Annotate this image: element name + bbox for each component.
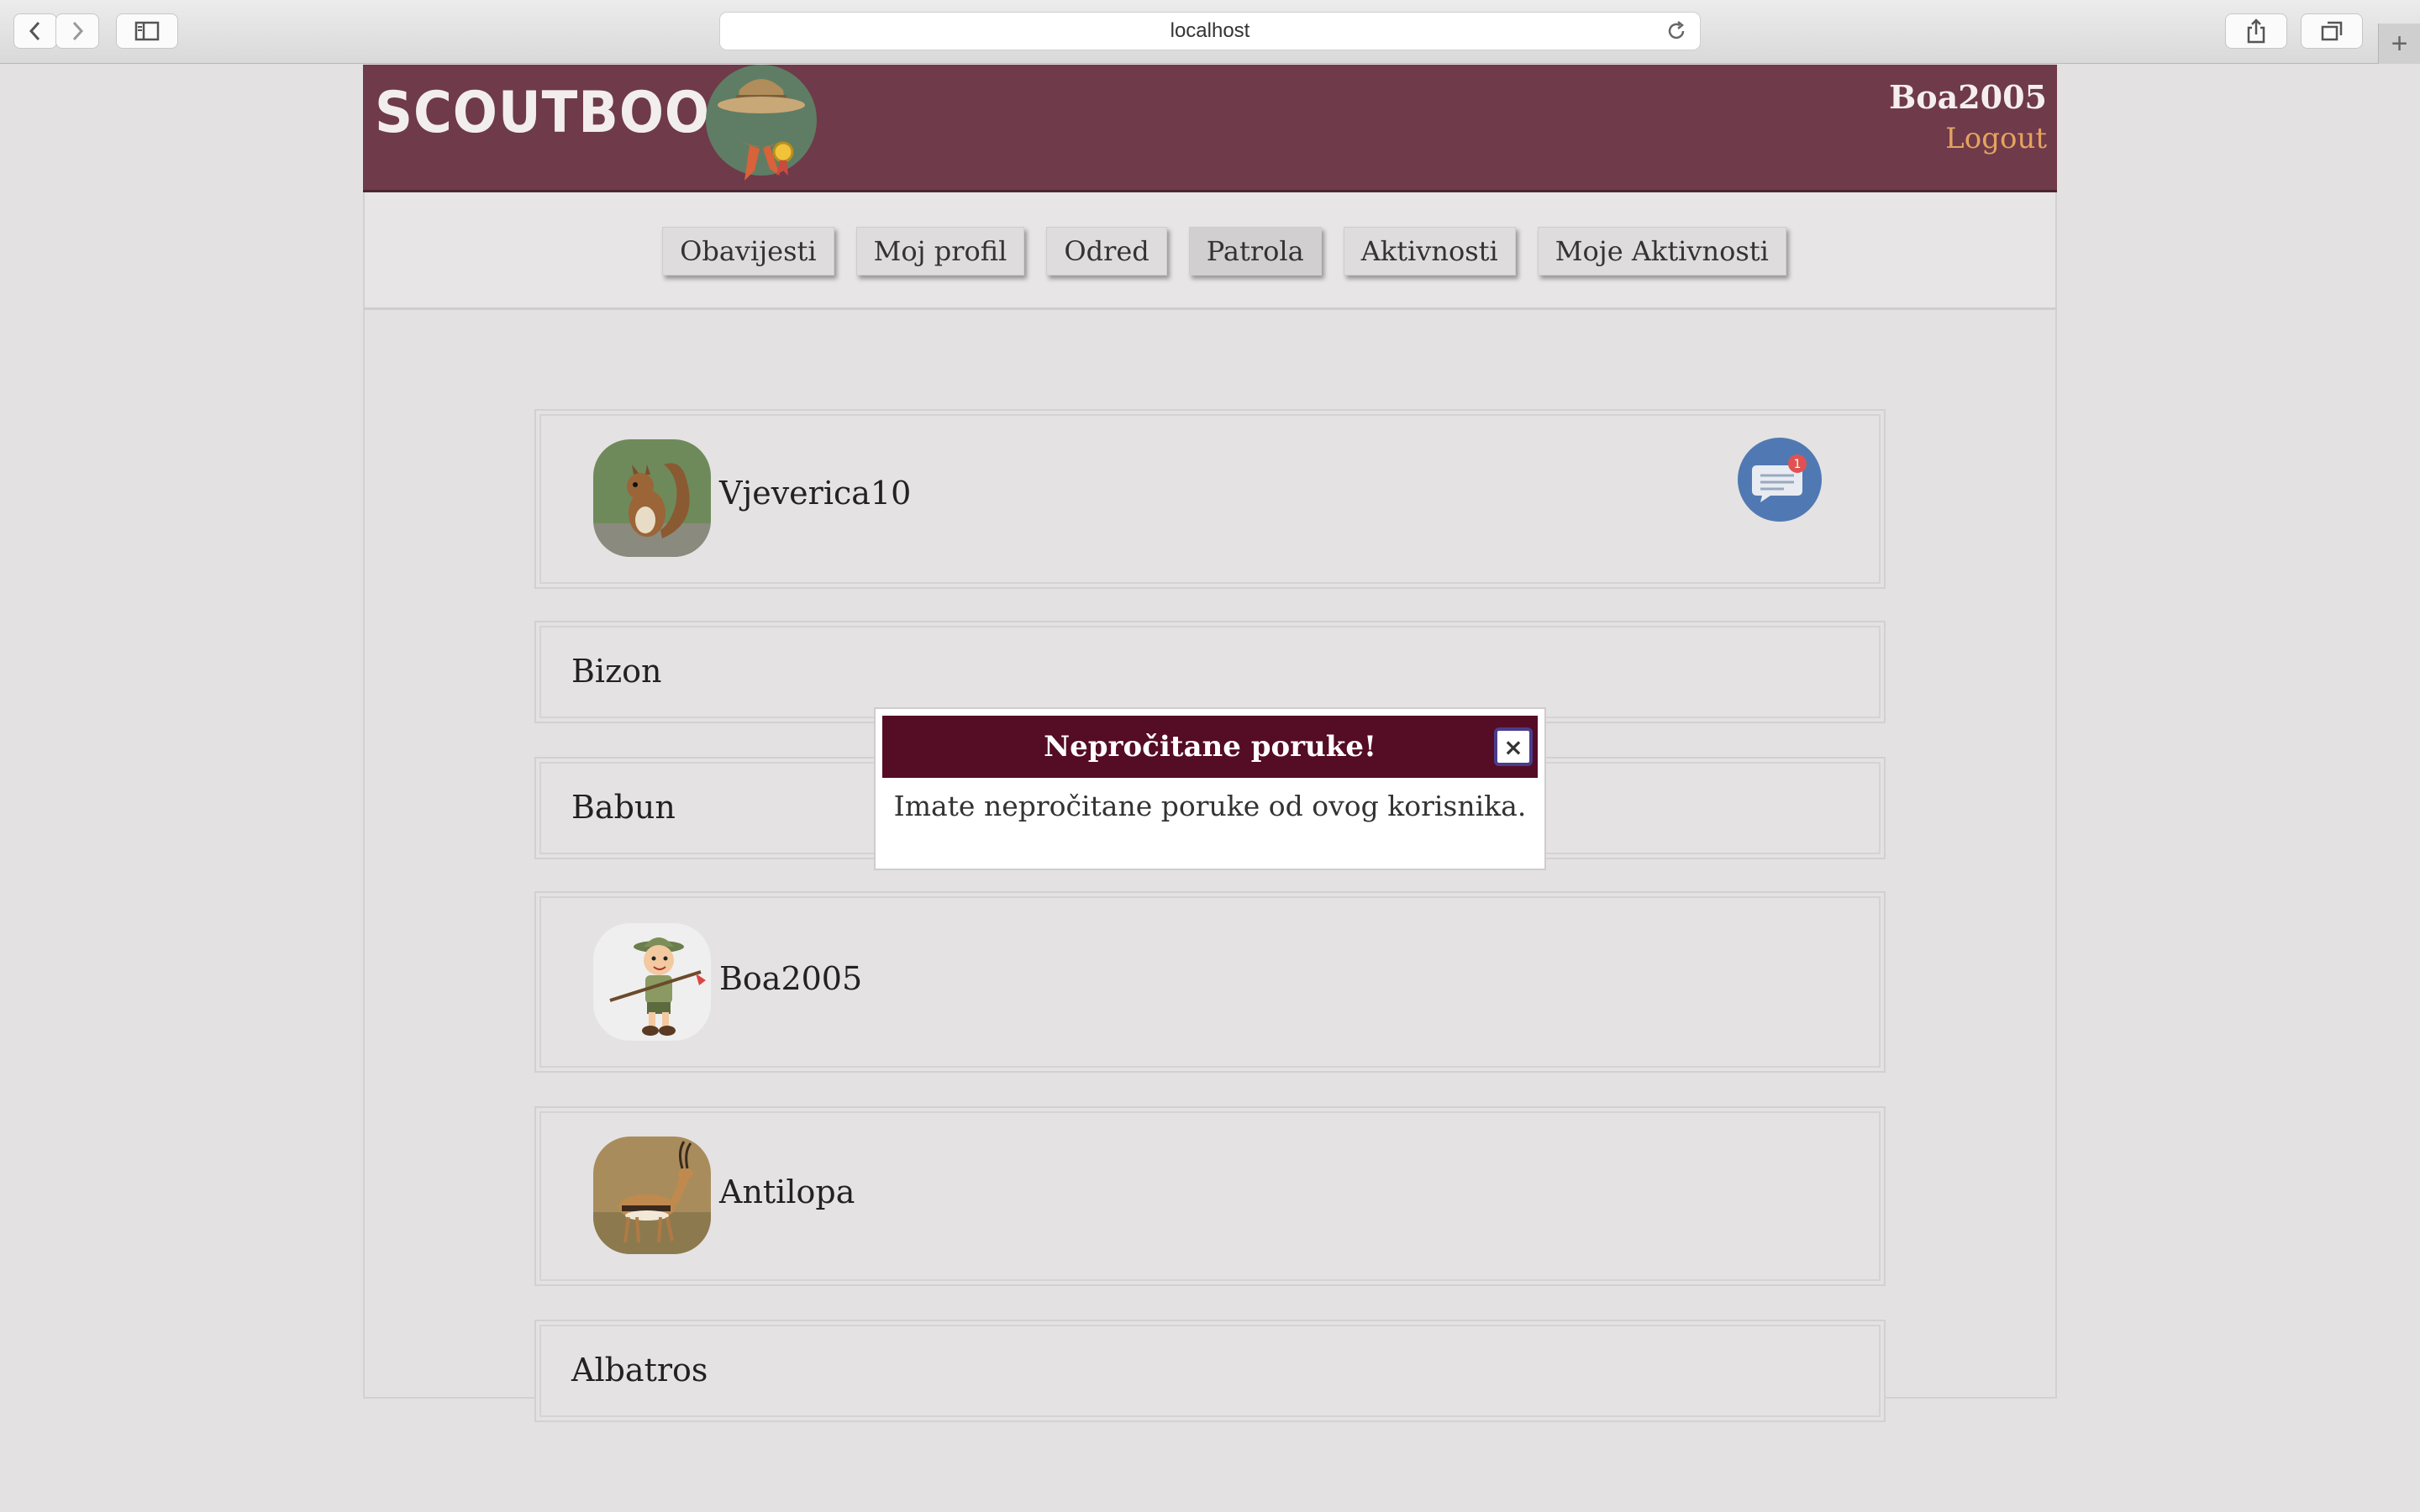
address-bar[interactable]: localhost <box>719 12 1701 50</box>
close-button[interactable]: × <box>1494 727 1533 766</box>
member-name: Bizon <box>571 653 662 690</box>
member-card[interactable]: Boa2005 <box>534 891 1886 1073</box>
member-card[interactable]: Vjeverica10 1 <box>534 409 1886 589</box>
close-icon: × <box>1503 732 1523 761</box>
back-icon <box>29 21 40 41</box>
unread-badge: 1 <box>1794 458 1802 471</box>
nav-patrola[interactable]: Patrola <box>1188 227 1322 276</box>
browser-toolbar: localhost + <box>0 0 2420 64</box>
member-name: Albatros <box>571 1352 708 1389</box>
share-button[interactable] <box>2225 13 2287 49</box>
modal-message: Imate nepročitane poruke od ovog korisni… <box>893 790 1527 822</box>
scout-logo-icon <box>706 65 817 181</box>
nav-odred[interactable]: Odred <box>1046 227 1167 276</box>
unread-messages-modal: Nepročitane poruke! × Imate nepročitane … <box>874 707 1546 870</box>
chat-button[interactable]: 1 <box>1738 438 1822 522</box>
main-nav: Obavijesti Moj profil Odred Patrola Akti… <box>365 192 2059 310</box>
share-icon <box>2247 18 2265 44</box>
scout-cartoon-icon <box>593 923 711 1041</box>
member-card[interactable]: Albatros <box>534 1320 1886 1422</box>
squirrel-icon <box>593 439 711 557</box>
new-tab-icon: + <box>2391 27 2408 60</box>
sidebar-button[interactable] <box>116 13 178 49</box>
avatar <box>593 1137 711 1254</box>
modal-title: Nepročitane poruke! <box>1044 730 1376 764</box>
avatar <box>593 923 711 1041</box>
new-tab-button[interactable]: + <box>2378 24 2420 64</box>
tabs-icon <box>2321 21 2343 41</box>
nav-obavijesti[interactable]: Obavijesti <box>662 227 834 276</box>
modal-header: Nepročitane poruke! × <box>882 716 1538 778</box>
member-name: Babun <box>571 789 676 826</box>
site-header: SCOUTBOOK Boa2005 Logout <box>363 65 2057 192</box>
reload-icon[interactable] <box>1665 19 1688 43</box>
logo-text[interactable]: SCOUTBOOK <box>375 80 751 146</box>
member-name: Antilopa <box>719 1173 855 1210</box>
url-text: localhost <box>1170 19 1250 42</box>
chat-icon: 1 <box>1752 454 1807 502</box>
member-name: Boa2005 <box>719 960 863 997</box>
nav-moje-aktivnosti[interactable]: Moje Aktivnosti <box>1537 227 1786 276</box>
nav-area: Obavijesti Moj profil Odred Patrola Akti… <box>363 192 2057 310</box>
nav-moj-profil[interactable]: Moj profil <box>855 227 1025 276</box>
sidebar-icon <box>134 21 160 41</box>
member-card[interactable]: Antilopa <box>534 1106 1886 1286</box>
forward-button[interactable] <box>55 13 99 49</box>
avatar <box>593 439 711 557</box>
back-button[interactable] <box>13 13 57 49</box>
member-name: Vjeverica10 <box>719 475 912 512</box>
logout-link[interactable]: Logout <box>1945 122 2047 155</box>
antelope-icon <box>593 1137 711 1254</box>
tabs-button[interactable] <box>2301 13 2363 49</box>
forward-icon <box>72 21 84 41</box>
nav-aktivnosti[interactable]: Aktivnosti <box>1343 227 1516 276</box>
username: Boa2005 <box>1889 78 2047 116</box>
